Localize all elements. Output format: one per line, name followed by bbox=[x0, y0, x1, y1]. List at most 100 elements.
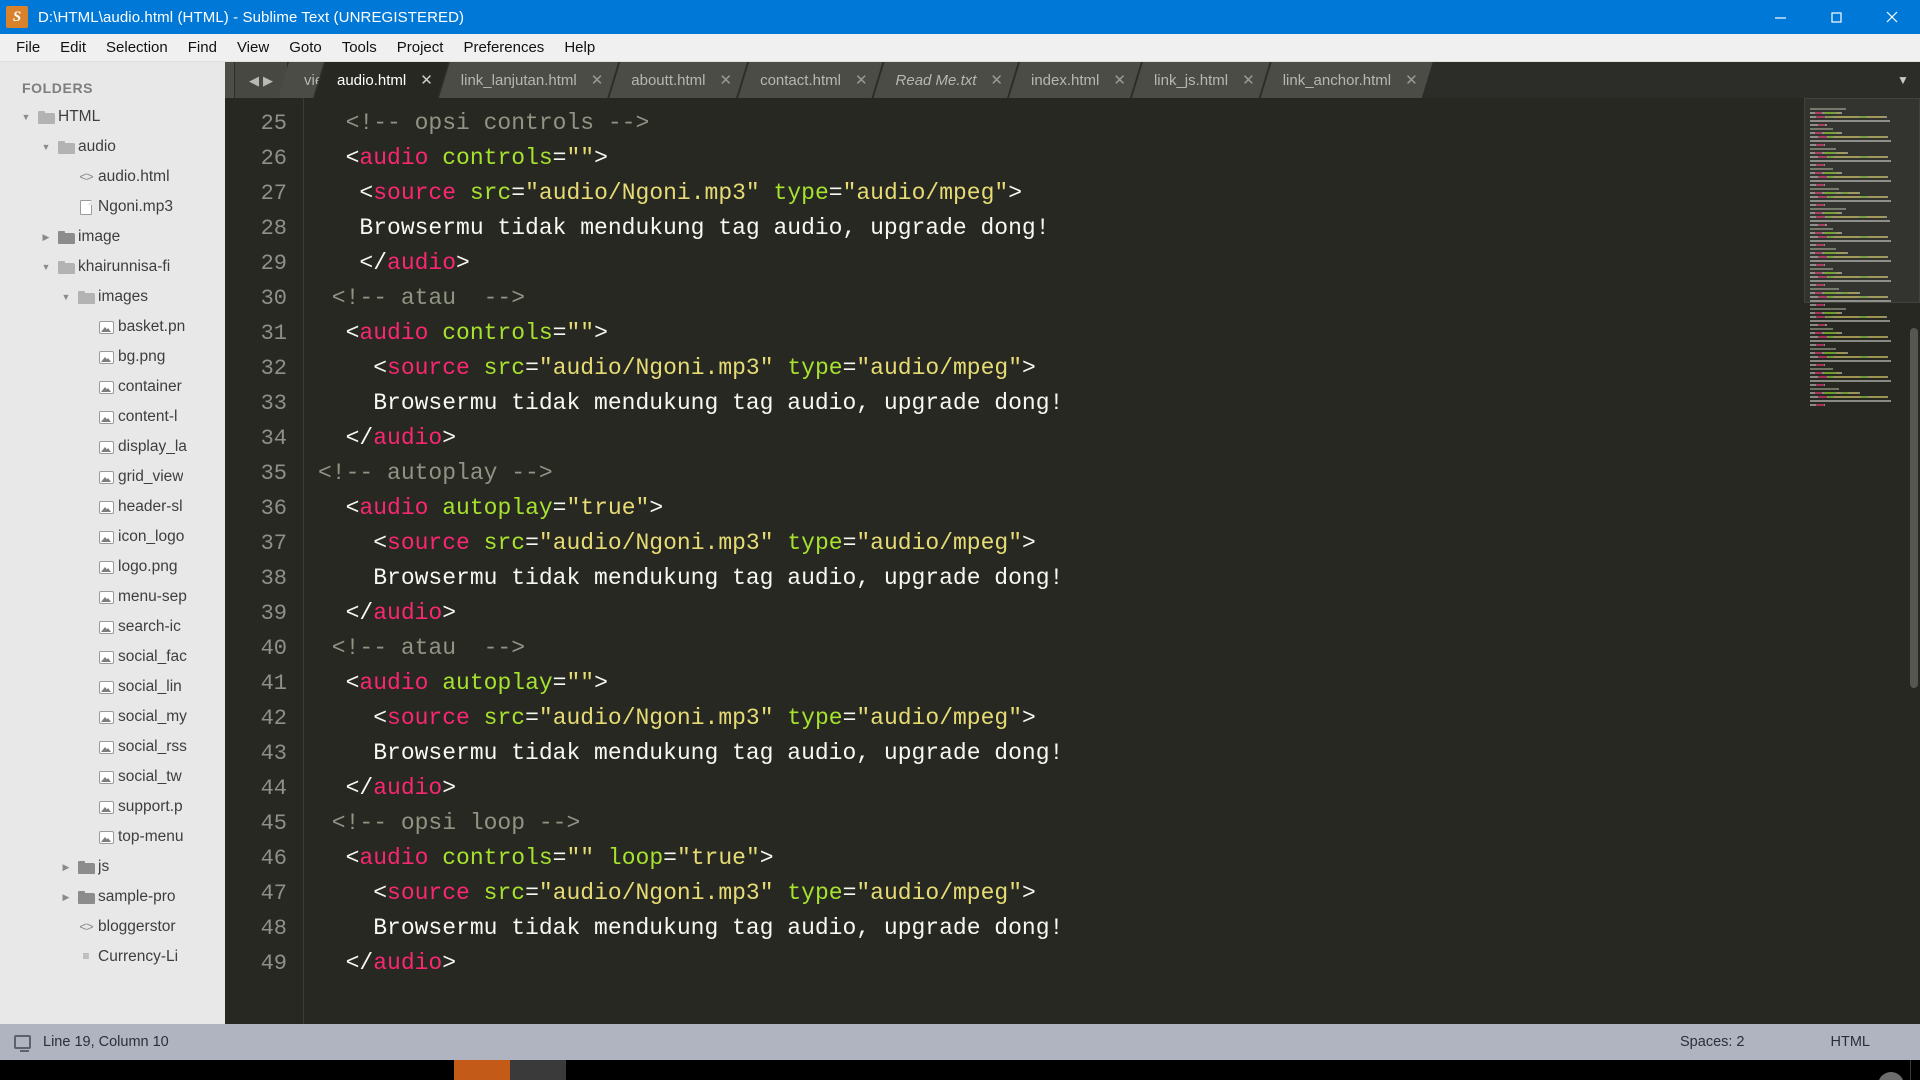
code-line[interactable]: </audio> bbox=[318, 596, 1920, 631]
code-line[interactable]: <!-- atau --> bbox=[318, 631, 1920, 666]
code-line[interactable]: <!-- opsi controls --> bbox=[318, 106, 1920, 141]
tree-item[interactable]: ▶ social_rss bbox=[0, 732, 225, 762]
tree-item[interactable]: ▶ top-menu bbox=[0, 822, 225, 852]
code-line[interactable]: <source src="audio/Ngoni.mp3" type="audi… bbox=[318, 876, 1920, 911]
chrome-icon[interactable] bbox=[846, 1060, 902, 1080]
file-explorer-icon[interactable] bbox=[118, 1060, 174, 1080]
close-button[interactable] bbox=[1864, 0, 1920, 34]
tab-bar-grip[interactable] bbox=[225, 62, 234, 98]
code-line[interactable]: <source src="audio/Ngoni.mp3" type="audi… bbox=[318, 701, 1920, 736]
chevron-right-icon[interactable]: ▶ bbox=[58, 892, 74, 903]
whatsapp-icon[interactable] bbox=[230, 1060, 286, 1080]
code-line[interactable]: <!-- autoplay --> bbox=[318, 456, 1920, 491]
menu-project[interactable]: Project bbox=[387, 36, 454, 59]
minimize-button[interactable] bbox=[1752, 0, 1808, 34]
tree-item[interactable]: ▶ bg.png bbox=[0, 342, 225, 372]
tab-close-icon[interactable]: ✕ bbox=[990, 73, 1003, 88]
search-button[interactable] bbox=[62, 1060, 118, 1080]
tree-item[interactable]: ▶ social_tw bbox=[0, 762, 225, 792]
tab-close-icon[interactable]: ✕ bbox=[855, 73, 868, 88]
code-line[interactable]: <audio controls=""> bbox=[318, 141, 1920, 176]
tree-item[interactable]: ▶ container bbox=[0, 372, 225, 402]
tree-item[interactable]: ▶ menu-sep bbox=[0, 582, 225, 612]
tree-item[interactable]: ▶ search-ic bbox=[0, 612, 225, 642]
tree-item[interactable]: ▶ icon_logo bbox=[0, 522, 225, 552]
code-line[interactable]: <audio autoplay=""> bbox=[318, 666, 1920, 701]
chevron-down-icon[interactable]: ▼ bbox=[58, 292, 74, 302]
photos-icon[interactable] bbox=[902, 1060, 958, 1080]
tab-aboutt-html[interactable]: aboutt.html ✕ bbox=[609, 62, 747, 98]
adobe-app-icon[interactable] bbox=[678, 1060, 734, 1080]
tab-scroll-arrows[interactable]: ◀ ▶ bbox=[235, 62, 287, 98]
tab-link-anchor-html[interactable]: link_anchor.html ✕ bbox=[1261, 62, 1433, 98]
syntax-mode[interactable]: HTML bbox=[1831, 1034, 1870, 1050]
tree-item[interactable]: ▶ social_my bbox=[0, 702, 225, 732]
side-bar[interactable]: FOLDERS ▼HTML▼audio▶<>audio.html▶Ngoni.m… bbox=[0, 62, 225, 1024]
code-line[interactable]: </audio> bbox=[318, 771, 1920, 806]
tree-item[interactable]: ▶ ≡ Currency-Li bbox=[0, 942, 225, 972]
code-line[interactable]: Browsermu tidak mendukung tag audio, upg… bbox=[318, 561, 1920, 596]
code-line[interactable]: Browsermu tidak mendukung tag audio, upg… bbox=[318, 736, 1920, 771]
code-line[interactable]: <audio controls=""> bbox=[318, 316, 1920, 351]
camera-icon[interactable] bbox=[622, 1060, 678, 1080]
tree-item[interactable]: ▼ HTML bbox=[0, 102, 225, 132]
tree-item[interactable]: ▶ <>bloggerstor bbox=[0, 912, 225, 942]
sublime-text-taskbar-icon[interactable] bbox=[510, 1060, 566, 1080]
movies-tv-icon[interactable] bbox=[790, 1060, 846, 1080]
tab-close-icon[interactable]: ✕ bbox=[720, 73, 733, 88]
tree-item[interactable]: ▶ support.p bbox=[0, 792, 225, 822]
tree-item[interactable]: ▼ audio bbox=[0, 132, 225, 162]
cursor-position[interactable]: Line 19, Column 10 bbox=[43, 1034, 169, 1050]
tree-item[interactable]: ▶ social_lin bbox=[0, 672, 225, 702]
vertical-scrollbar-thumb[interactable] bbox=[1910, 328, 1918, 688]
show-desktop-button[interactable] bbox=[1910, 1060, 1920, 1080]
tree-item[interactable]: ▶ <>audio.html bbox=[0, 162, 225, 192]
minimap[interactable] bbox=[1804, 98, 1920, 1024]
menu-view[interactable]: View bbox=[227, 36, 279, 59]
tree-item[interactable]: ▶ display_la bbox=[0, 432, 225, 462]
chevron-right-icon[interactable]: ▶ bbox=[58, 862, 74, 873]
tree-item[interactable]: ▶ image bbox=[0, 222, 225, 252]
menu-file[interactable]: File bbox=[6, 36, 50, 59]
microsoft-edge-icon[interactable] bbox=[342, 1060, 398, 1080]
start-button[interactable] bbox=[0, 1060, 62, 1080]
tree-item[interactable]: ▶ logo.png bbox=[0, 552, 225, 582]
code-line[interactable]: </audio> bbox=[318, 946, 1920, 981]
minimap-viewport[interactable] bbox=[1804, 98, 1920, 303]
code-pane[interactable]: 25 26 27 28 29 30 31 32 33 34 35 36 37 38 39 40 41 42 43 44… bbox=[225, 98, 1920, 1024]
tab-close-icon[interactable]: ✕ bbox=[1113, 73, 1126, 88]
tab-read-me-txt[interactable]: Read Me.txt ✕ bbox=[874, 62, 1018, 98]
tab-link-lanjutan-html[interactable]: link_lanjutan.html ✕ bbox=[439, 62, 618, 98]
chrome-k-icon[interactable]: k bbox=[174, 1060, 230, 1080]
code-line[interactable]: </audio> bbox=[318, 246, 1920, 281]
tab-close-icon[interactable]: ✕ bbox=[420, 73, 433, 88]
tree-item[interactable]: ▶ header-sl bbox=[0, 492, 225, 522]
tab-index-html[interactable]: index.html ✕ bbox=[1009, 62, 1141, 98]
notepad-icon[interactable] bbox=[566, 1060, 622, 1080]
maximize-button[interactable] bbox=[1808, 0, 1864, 34]
tab-close-icon[interactable]: ✕ bbox=[1242, 73, 1255, 88]
code-line[interactable]: </audio> bbox=[318, 421, 1920, 456]
menu-find[interactable]: Find bbox=[178, 36, 227, 59]
tree-item[interactable]: ▶ content-l bbox=[0, 402, 225, 432]
tab-next-arrow-icon[interactable]: ▶ bbox=[263, 74, 273, 87]
code-line[interactable]: <source src="audio/Ngoni.mp3" type="audi… bbox=[318, 526, 1920, 561]
tab-contact-html[interactable]: contact.html ✕ bbox=[738, 62, 882, 98]
menu-selection[interactable]: Selection bbox=[96, 36, 178, 59]
code-line[interactable]: Browsermu tidak mendukung tag audio, upg… bbox=[318, 386, 1920, 421]
menu-edit[interactable]: Edit bbox=[50, 36, 96, 59]
cortana-ring-icon[interactable] bbox=[454, 1060, 510, 1080]
tab-close-icon[interactable]: ✕ bbox=[1405, 73, 1418, 88]
vertical-scrollbar[interactable] bbox=[1908, 98, 1920, 1024]
code-line[interactable]: <audio controls="" loop="true"> bbox=[318, 841, 1920, 876]
tab-close-icon[interactable]: ✕ bbox=[591, 73, 604, 88]
code-editor[interactable]: <!-- opsi controls --> <audio controls="… bbox=[303, 98, 1920, 1024]
tree-item[interactable]: ▶ Ngoni.mp3 bbox=[0, 192, 225, 222]
code-line[interactable]: <!-- atau --> bbox=[318, 281, 1920, 316]
tab-link-js-html[interactable]: link_js.html ✕ bbox=[1132, 62, 1270, 98]
chevron-down-icon[interactable]: ▼ bbox=[38, 262, 54, 272]
menu-goto[interactable]: Goto bbox=[279, 36, 332, 59]
chevron-right-icon[interactable]: ▶ bbox=[38, 232, 54, 243]
menu-tools[interactable]: Tools bbox=[332, 36, 387, 59]
tab-overflow-button[interactable]: ▼ bbox=[1886, 62, 1920, 98]
